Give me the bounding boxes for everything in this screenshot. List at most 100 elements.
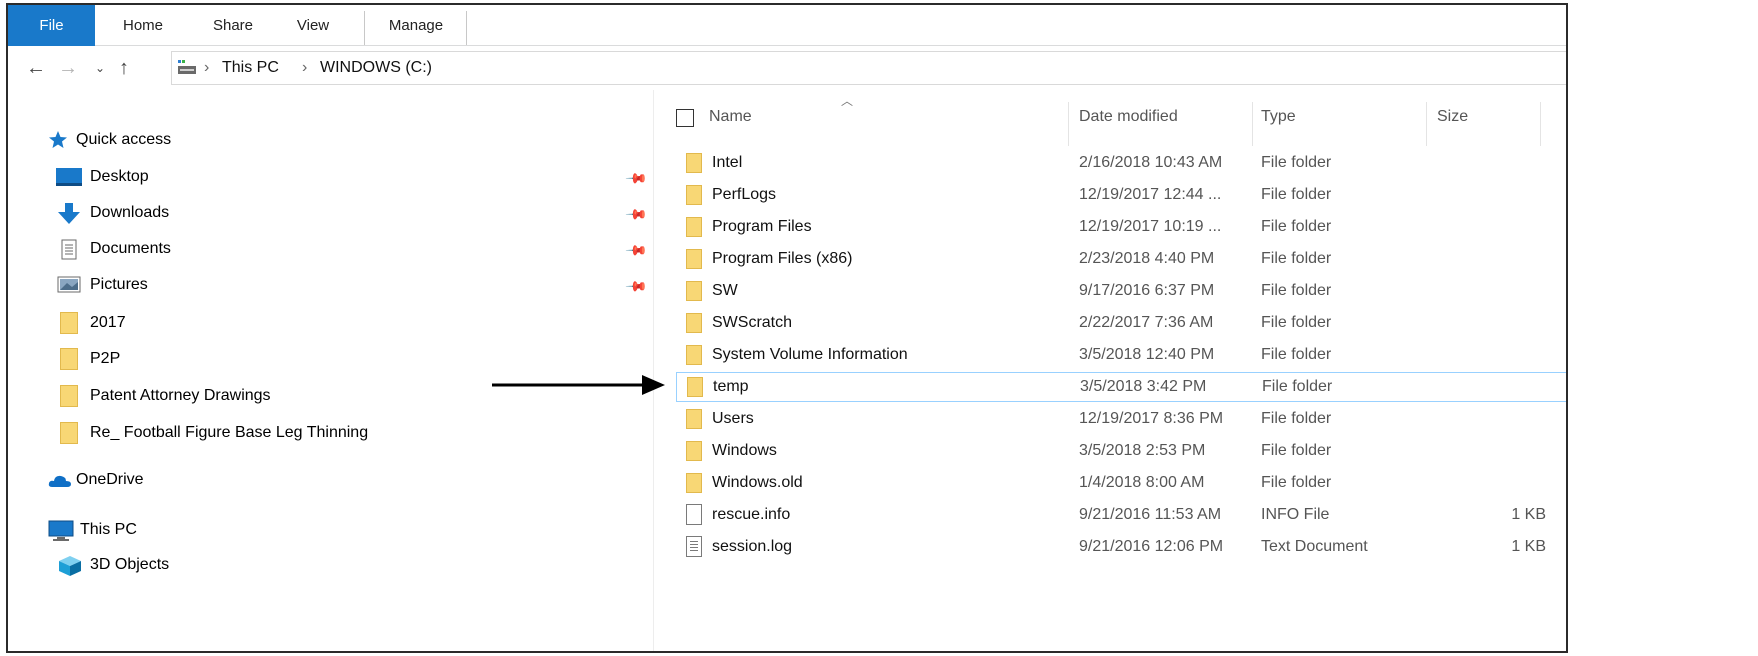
folder-icon <box>686 217 702 237</box>
file-date-modified: 12/19/2017 12:44 ... <box>1079 186 1222 203</box>
file-size <box>1446 180 1546 210</box>
file-size <box>1446 340 1546 370</box>
folder-icon <box>60 348 78 370</box>
column-header-type[interactable]: Type <box>1261 108 1296 126</box>
file-size <box>1447 372 1547 402</box>
column-header-name[interactable]: Name <box>709 108 752 126</box>
file-type: INFO File <box>1261 506 1330 523</box>
folder-icon <box>686 473 702 493</box>
computer-icon <box>48 520 74 541</box>
up-arrow-icon[interactable]: ↑ <box>112 54 136 82</box>
file-date-modified: 2/23/2018 4:40 PM <box>1079 250 1215 267</box>
file-date-modified: 12/19/2017 10:19 ... <box>1079 218 1222 235</box>
breadcrumb-separator: › <box>302 59 308 76</box>
address-box[interactable]: › This PC › WINDOWS (C:) <box>171 51 1566 85</box>
column-divider[interactable] <box>1540 102 1541 146</box>
column-divider[interactable] <box>1068 102 1069 146</box>
select-all-checkbox[interactable] <box>676 109 694 127</box>
column-divider[interactable] <box>1426 102 1427 146</box>
nav-label: Re_ Football Figure Base Leg Thinning <box>90 424 369 441</box>
ribbon-tabs: File Home Share View Manage <box>8 5 1566 46</box>
forward-arrow-icon[interactable]: → <box>56 54 80 82</box>
file-name: Windows.old <box>712 474 803 491</box>
cube-icon <box>59 556 81 576</box>
file-type: Text Document <box>1261 538 1368 555</box>
documents-icon <box>61 239 77 260</box>
pin-icon[interactable]: 📌 <box>625 202 649 226</box>
table-row[interactable]: System Volume Information 3/5/2018 12:40 … <box>676 340 1566 370</box>
table-row[interactable]: Program Files (x86) 2/23/2018 4:40 PM File… <box>676 244 1566 274</box>
nav-label: OneDrive <box>76 471 144 488</box>
desktop-icon <box>56 168 82 186</box>
file-type: File folder <box>1261 218 1332 235</box>
file-date-modified: 3/5/2018 12:40 PM <box>1079 346 1215 363</box>
file-type: File folder <box>1261 346 1332 363</box>
table-row[interactable]: Windows.old 1/4/2018 8:00 AM File folder <box>676 468 1566 498</box>
file-icon <box>686 504 702 525</box>
file-size <box>1446 276 1546 306</box>
table-row[interactable]: SWScratch 2/22/2017 7:36 AM File folder <box>676 308 1566 338</box>
nav-label: Documents <box>90 240 171 257</box>
column-divider[interactable] <box>1252 102 1253 146</box>
tab-share[interactable]: Share <box>193 5 273 46</box>
file-type: File folder <box>1262 378 1333 395</box>
breadcrumb-this-pc[interactable]: This PC <box>222 52 279 84</box>
nav-label: Patent Attorney Drawings <box>90 387 271 404</box>
file-list: ︿ Name Date modified Type Size Intel 2/16… <box>654 90 1566 651</box>
tab-manage[interactable]: Manage <box>366 5 466 46</box>
table-row[interactable]: Users 12/19/2017 8:36 PM File folder <box>676 404 1566 434</box>
table-row[interactable]: session.log 9/21/2016 12:06 PM Text Docume… <box>676 532 1566 562</box>
address-bar-row: ← → ⌄ ↑ › This PC › WINDOWS (C:) <box>8 46 1566 90</box>
folder-icon <box>686 249 702 269</box>
back-arrow-icon[interactable]: ← <box>24 54 48 82</box>
nav-label: 3D Objects <box>90 556 170 573</box>
file-type: File folder <box>1261 154 1332 171</box>
nav-label: Desktop <box>90 168 149 185</box>
file-type: File folder <box>1261 314 1332 331</box>
file-type: File folder <box>1261 474 1332 491</box>
folder-icon <box>60 312 78 334</box>
file-name: System Volume Information <box>712 346 908 363</box>
nav-label: P2P <box>90 350 121 367</box>
tab-view[interactable]: View <box>278 5 348 46</box>
file-name: Users <box>712 410 754 427</box>
tab-divider <box>364 11 365 45</box>
file-size: 1 KB <box>1511 506 1546 523</box>
column-header-date[interactable]: Date modified <box>1079 108 1178 126</box>
table-row[interactable]: Windows 3/5/2018 2:53 PM File folder <box>676 436 1566 466</box>
pin-icon[interactable]: 📌 <box>625 166 649 190</box>
folder-icon <box>60 422 78 444</box>
pin-icon[interactable]: 📌 <box>625 274 649 298</box>
cloud-icon <box>48 475 71 487</box>
table-row[interactable]: SW 9/17/2016 6:37 PM File folder <box>676 276 1566 306</box>
nav-label: Pictures <box>90 276 148 293</box>
file-date-modified: 9/21/2016 11:53 AM <box>1079 506 1222 523</box>
folder-icon <box>686 441 702 461</box>
column-header-size[interactable]: Size <box>1437 108 1468 126</box>
table-row[interactable]: rescue.info 9/21/2016 11:53 AM INFO File 1 … <box>676 500 1566 530</box>
table-row[interactable]: PerfLogs 12/19/2017 12:44 ... File folder <box>676 180 1566 210</box>
file-name: Program Files (x86) <box>712 250 853 267</box>
breadcrumb-windows-c[interactable]: WINDOWS (C:) <box>320 52 432 84</box>
file-size: 1 KB <box>1511 538 1546 555</box>
column-headers: ︿ Name Date modified Type Size <box>654 90 1566 146</box>
table-row[interactable]: Intel 2/16/2018 10:43 AM File folder <box>676 148 1566 178</box>
file-name: Intel <box>712 154 743 171</box>
tab-file[interactable]: File <box>8 5 95 46</box>
file-type: File folder <box>1261 250 1332 267</box>
tab-divider <box>466 11 467 45</box>
table-row[interactable]: temp 3/5/2018 3:42 PM File folder <box>676 372 1566 402</box>
file-size <box>1446 148 1546 178</box>
sort-ascending-icon: ︿ <box>841 94 854 108</box>
table-row[interactable]: Program Files 12/19/2017 10:19 ... File fo… <box>676 212 1566 242</box>
tab-home[interactable]: Home <box>103 5 183 46</box>
file-date-modified: 2/16/2018 10:43 AM <box>1079 154 1223 171</box>
file-size <box>1446 404 1546 434</box>
nav-label: 2017 <box>90 314 126 331</box>
chevron-down-icon[interactable]: ⌄ <box>90 54 110 82</box>
file-name: PerfLogs <box>712 186 777 203</box>
file-date-modified: 2/22/2017 7:36 AM <box>1079 314 1214 331</box>
annotation-arrow <box>492 375 665 395</box>
folder-icon <box>687 377 703 397</box>
pin-icon[interactable]: 📌 <box>625 238 649 262</box>
